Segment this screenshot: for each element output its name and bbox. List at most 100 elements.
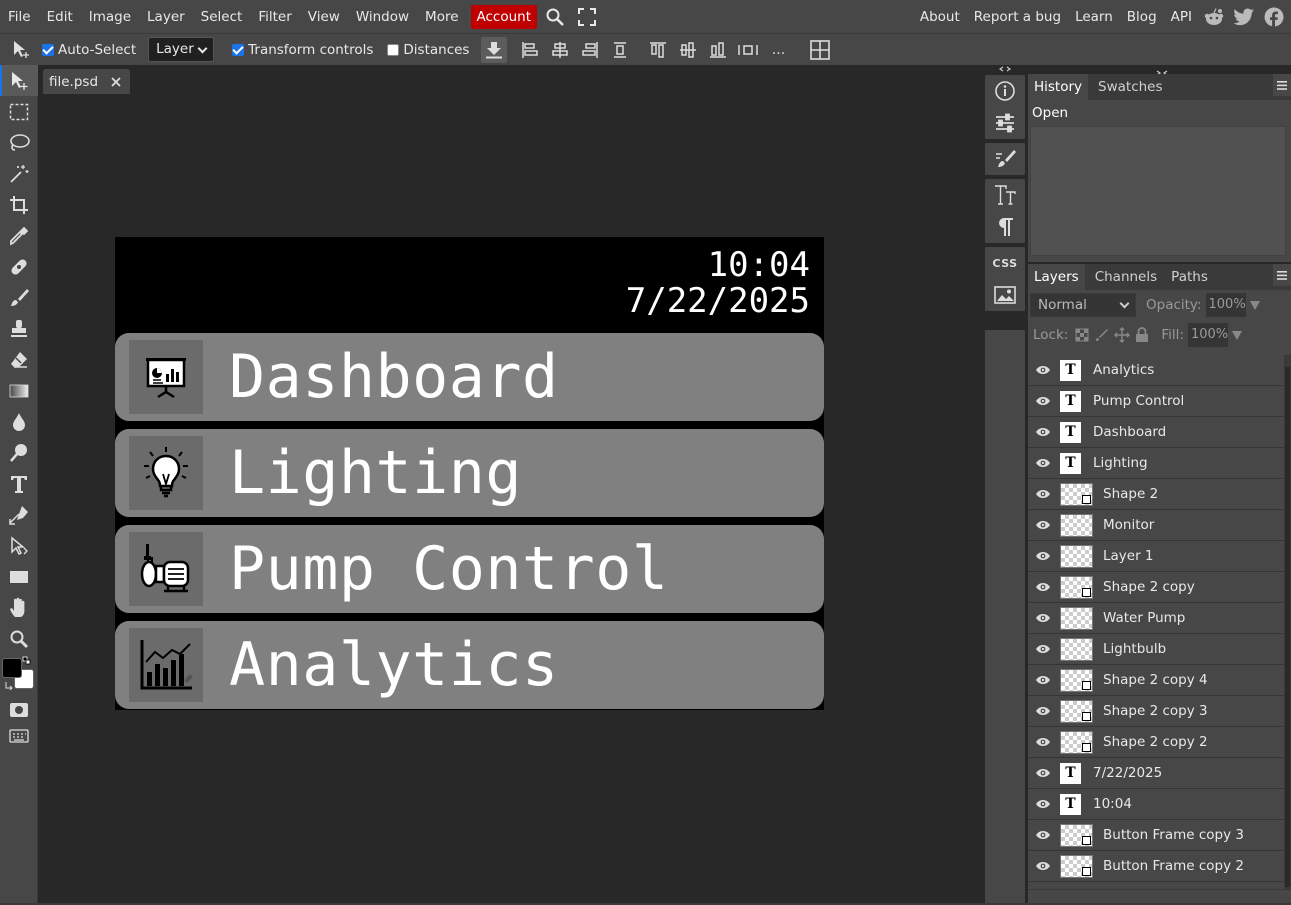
history-menu-icon[interactable] — [1273, 74, 1291, 96]
blur-tool[interactable] — [0, 406, 38, 437]
blend-mode-select[interactable]: Normal — [1030, 293, 1136, 317]
align-center-h-icon[interactable] — [545, 36, 575, 64]
layer-row[interactable]: Layer 1 — [1028, 541, 1284, 572]
adjustments-icon[interactable] — [985, 107, 1025, 139]
swap-colors-icon[interactable] — [22, 656, 32, 666]
layer-row[interactable]: Shape 2 — [1028, 479, 1284, 510]
layer-row[interactable]: T Lighting — [1028, 448, 1284, 479]
tab-layers[interactable]: Layers — [1028, 264, 1085, 290]
pen-tool[interactable] — [0, 499, 38, 530]
visibility-eye-icon[interactable] — [1029, 355, 1057, 385]
opacity-dropdown-icon[interactable] — [1249, 300, 1260, 310]
visibility-eye-icon[interactable] — [1029, 479, 1057, 509]
visibility-eye-icon[interactable] — [1029, 386, 1057, 416]
keyboard-tool[interactable] — [0, 725, 38, 747]
css-button[interactable]: CSS — [985, 247, 1025, 279]
account-button[interactable]: Account — [470, 4, 538, 29]
align-right-icon[interactable] — [575, 36, 605, 64]
menu-select[interactable]: Select — [193, 5, 251, 29]
auto-select-checkbox[interactable]: Auto-Select — [42, 42, 136, 58]
tab-swatches[interactable]: Swatches — [1092, 74, 1169, 100]
brush-settings-icon[interactable] — [985, 143, 1025, 175]
grid-icon[interactable] — [805, 36, 835, 64]
layer-group-select[interactable]: Layer — [148, 37, 215, 62]
scrollbar-thumb[interactable] — [1285, 367, 1290, 887]
dodge-tool[interactable] — [0, 437, 38, 468]
visibility-eye-icon[interactable] — [1029, 789, 1057, 819]
image-icon[interactable] — [985, 279, 1025, 311]
download-icon[interactable] — [481, 36, 508, 63]
visibility-eye-icon[interactable] — [1029, 727, 1057, 757]
tab-history[interactable]: History — [1028, 74, 1089, 100]
info-icon[interactable] — [985, 75, 1025, 107]
brush-tool[interactable] — [0, 282, 38, 313]
layer-row[interactable]: Monitor — [1028, 510, 1284, 541]
twitter-icon[interactable] — [1229, 5, 1259, 29]
move-tool-icon[interactable] — [6, 36, 36, 64]
layers-menu-icon[interactable] — [1273, 264, 1291, 286]
document-tab[interactable]: file.psd — [43, 69, 131, 94]
visibility-eye-icon[interactable] — [1029, 820, 1057, 850]
align-left-icon[interactable] — [515, 36, 545, 64]
transform-controls-check[interactable] — [232, 43, 245, 56]
layer-row[interactable]: T Pump Control — [1028, 386, 1284, 417]
eraser-tool[interactable] — [0, 344, 38, 375]
gradient-tool[interactable] — [0, 375, 38, 406]
tab-paths[interactable]: Paths — [1165, 264, 1214, 290]
layer-row[interactable]: T Dashboard — [1028, 417, 1284, 448]
menu-view[interactable]: View — [300, 5, 348, 29]
layer-row[interactable]: Button Frame copy 2 — [1028, 851, 1284, 882]
layer-row[interactable]: T 7/22/2025 — [1028, 758, 1284, 789]
distribute-h-icon[interactable] — [605, 36, 635, 64]
visibility-eye-icon[interactable] — [1029, 448, 1057, 478]
layer-row[interactable]: Shape 2 copy 2 — [1028, 727, 1284, 758]
link-learn[interactable]: Learn — [1068, 5, 1120, 29]
menu-filter[interactable]: Filter — [250, 5, 299, 29]
visibility-eye-icon[interactable] — [1029, 541, 1057, 571]
link-api[interactable]: API — [1164, 5, 1199, 29]
distribute-v-icon[interactable] — [733, 36, 763, 64]
menu-file[interactable]: File — [0, 5, 39, 29]
visibility-eye-icon[interactable] — [1029, 510, 1057, 540]
layer-row[interactable]: Button Frame copy 3 — [1028, 820, 1284, 851]
history-item[interactable]: Open — [1028, 100, 1291, 126]
collapse-rail-icon[interactable] — [998, 65, 1012, 75]
zoom-tool[interactable] — [0, 623, 38, 654]
document-canvas[interactable]: 10:04 7/22/2025 Dashboard Lighting Pump … — [115, 237, 824, 710]
align-middle-v-icon[interactable] — [673, 36, 703, 64]
hand-tool[interactable] — [0, 592, 38, 623]
reset-colors-icon[interactable] — [4, 680, 14, 690]
visibility-eye-icon[interactable] — [1029, 572, 1057, 602]
layer-row[interactable]: T 10:04 — [1028, 789, 1284, 820]
facebook-icon[interactable] — [1259, 5, 1289, 29]
stamp-tool[interactable] — [0, 313, 38, 344]
magic-wand-tool[interactable] — [0, 158, 38, 189]
transform-controls-checkbox[interactable]: Transform controls — [232, 42, 373, 58]
visibility-eye-icon[interactable] — [1029, 603, 1057, 633]
search-icon[interactable] — [541, 5, 569, 29]
eyedropper-tool[interactable] — [0, 220, 38, 251]
visibility-eye-icon[interactable] — [1029, 696, 1057, 726]
align-bottom-icon[interactable] — [703, 36, 733, 64]
visibility-eye-icon[interactable] — [1029, 417, 1057, 447]
reddit-icon[interactable] — [1199, 5, 1229, 29]
move-tool[interactable] — [0, 65, 38, 96]
marquee-tool[interactable] — [0, 96, 38, 127]
more-align-button[interactable]: ... — [763, 36, 793, 64]
character-icon[interactable] — [985, 179, 1025, 211]
rectangle-tool[interactable] — [0, 561, 38, 592]
menu-window[interactable]: Window — [348, 5, 417, 29]
close-icon[interactable] — [110, 76, 122, 88]
layer-list-scrollbar[interactable] — [1284, 355, 1291, 889]
link-report-bug[interactable]: Report a bug — [967, 5, 1068, 29]
type-tool[interactable] — [0, 468, 38, 499]
menu-edit[interactable]: Edit — [39, 5, 81, 29]
layer-row[interactable]: Shape 2 copy 3 — [1028, 696, 1284, 727]
fill-field[interactable]: 100% — [1187, 323, 1228, 347]
lock-pixels-icon[interactable] — [1093, 326, 1111, 344]
distances-checkbox[interactable]: Distances — [387, 42, 469, 58]
layer-row[interactable]: Shape 2 copy — [1028, 572, 1284, 603]
quick-mask-tool[interactable] — [0, 694, 38, 725]
healing-brush-tool[interactable] — [0, 251, 38, 282]
visibility-eye-icon[interactable] — [1029, 758, 1057, 788]
